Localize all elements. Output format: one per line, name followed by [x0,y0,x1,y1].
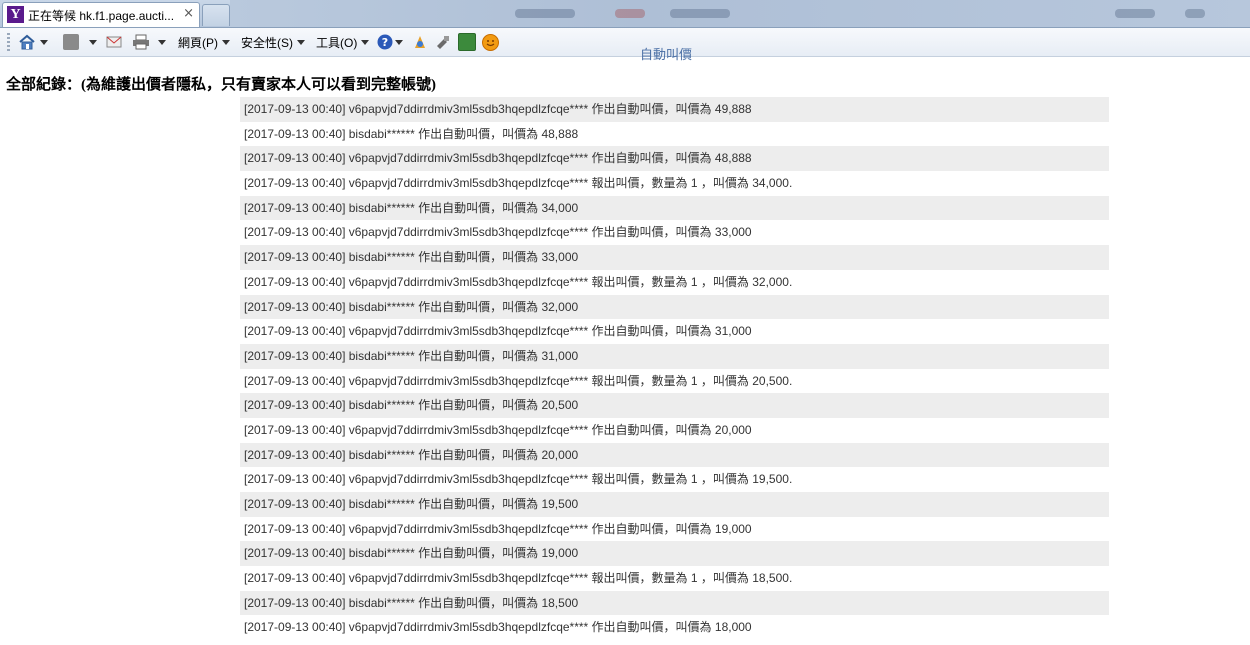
bid-record-row: [2017-09-13 00:40] bisdabi****** 作出自動叫價，… [240,393,1109,418]
bid-record-row: [2017-09-13 00:40] bisdabi****** 作出自動叫價，… [240,245,1109,270]
mail-icon [106,36,122,48]
toolbar-grip[interactable] [7,33,10,51]
menu-tools-label: 工具(O) [316,35,358,50]
tool-icon [437,36,449,49]
command-bar: 網頁(P) 安全性(S) 工具(O) ? [0,28,1250,57]
help-icon: ? [377,34,393,50]
blurred-window-area [230,0,1250,27]
bid-record-row: [2017-09-13 00:40] v6papvjd7ddirrdmiv3ml… [244,571,793,586]
blur-mark [515,9,575,18]
print-button[interactable] [132,32,166,52]
bid-record-row: [2017-09-13 00:40] v6papvjd7ddirrdmiv3ml… [240,97,1109,122]
page-title: 全部紀錄：(為維護出價者隱私，只有賣家本人可以看到完整帳號) [6,77,436,93]
menu-tools[interactable]: 工具(O) [316,32,370,52]
menu-safety[interactable]: 安全性(S) [241,32,305,52]
bid-record-row: [2017-09-13 00:40] v6papvjd7ddirrdmiv3ml… [244,324,752,339]
blur-mark [615,9,645,18]
mail-button[interactable] [106,32,122,52]
help-button[interactable]: ? [377,32,403,52]
bid-record-list: [2017-09-13 00:40] v6papvjd7ddirrdmiv3ml… [240,97,1109,640]
bid-record-row: [2017-09-13 00:40] v6papvjd7ddirrdmiv3ml… [244,373,793,388]
auto-bid-heading: 自動叫價 [640,47,693,62]
bid-record-row: [2017-09-13 00:40] v6papvjd7ddirrdmiv3ml… [244,225,752,240]
bid-record-row: [2017-09-13 00:40] v6papvjd7ddirrdmiv3ml… [244,521,752,536]
bid-record-row: [2017-09-13 00:40] bisdabi****** 作出自動叫價，… [240,541,1109,567]
print-icon [133,34,149,50]
bid-record-row: [2017-09-13 00:40] bisdabi****** 作出自動叫價，… [240,492,1109,517]
home-icon [19,34,35,50]
smiley-icon [482,33,499,51]
evernote-button[interactable] [458,32,476,52]
chevron-down-icon[interactable] [395,39,403,45]
bid-record-row: [2017-09-13 00:40] v6papvjd7ddirrdmiv3ml… [244,422,752,437]
chevron-down-icon [361,39,370,45]
svg-text:?: ? [382,36,388,49]
blur-mark [1115,9,1155,18]
menu-page[interactable]: 網頁(P) [178,32,230,52]
bid-record-row: [2017-09-13 00:40] bisdabi****** 作出自動叫價，… [240,343,1109,369]
blur-mark [1185,9,1205,18]
bid-record-row: [2017-09-13 00:40] bisdabi****** 作出自動叫價，… [240,590,1109,616]
tab-title: 正在等候 hk.f1.page.aucti... [28,9,175,23]
bid-record-row: [2017-09-13 00:40] v6papvjd7ddirrdmiv3ml… [244,472,793,487]
browser-tab-strip: Y 正在等候 hk.f1.page.aucti... × [0,0,1250,28]
bookmark-icon [415,36,425,48]
bid-record-row: [2017-09-13 00:40] bisdabi****** 作出自動叫價，… [240,442,1109,468]
bid-record-row: [2017-09-13 00:40] v6papvjd7ddirrdmiv3ml… [244,176,793,191]
evernote-icon [458,33,476,51]
bid-record-row: [2017-09-13 00:40] bisdabi****** 作出自動叫價，… [240,294,1109,320]
chevron-down-icon [222,39,230,45]
bid-record-row: [2017-09-13 00:40] bisdabi****** 作出自動叫價，… [244,126,579,141]
chevron-down-icon[interactable] [89,39,97,45]
yahoo-favicon-icon: Y [7,6,24,23]
smiley-button[interactable] [482,32,499,52]
tab-close-icon[interactable]: × [183,6,194,21]
bid-record-row: [2017-09-13 00:40] v6papvjd7ddirrdmiv3ml… [240,146,1109,172]
bid-record-row: [2017-09-13 00:40] bisdabi****** 作出自動叫價，… [240,195,1109,221]
home-button[interactable] [18,32,48,52]
menu-page-label: 網頁(P) [178,35,218,50]
blur-mark [670,9,730,18]
chevron-down-icon[interactable] [40,39,48,45]
browser-tab[interactable]: Y 正在等候 hk.f1.page.aucti... × [2,2,200,27]
menu-safety-label: 安全性(S) [241,35,293,50]
bookmark-button[interactable] [412,32,428,52]
chevron-down-icon [297,39,305,45]
bid-record-row: [2017-09-13 00:40] v6papvjd7ddirrdmiv3ml… [244,620,752,635]
tool-button[interactable] [435,32,451,52]
new-tab-button[interactable] [202,4,230,26]
bid-record-row: [2017-09-13 00:40] v6papvjd7ddirrdmiv3ml… [244,274,793,289]
chevron-down-icon[interactable] [158,39,166,45]
feeds-button[interactable] [63,32,97,52]
feeds-icon [63,34,79,50]
